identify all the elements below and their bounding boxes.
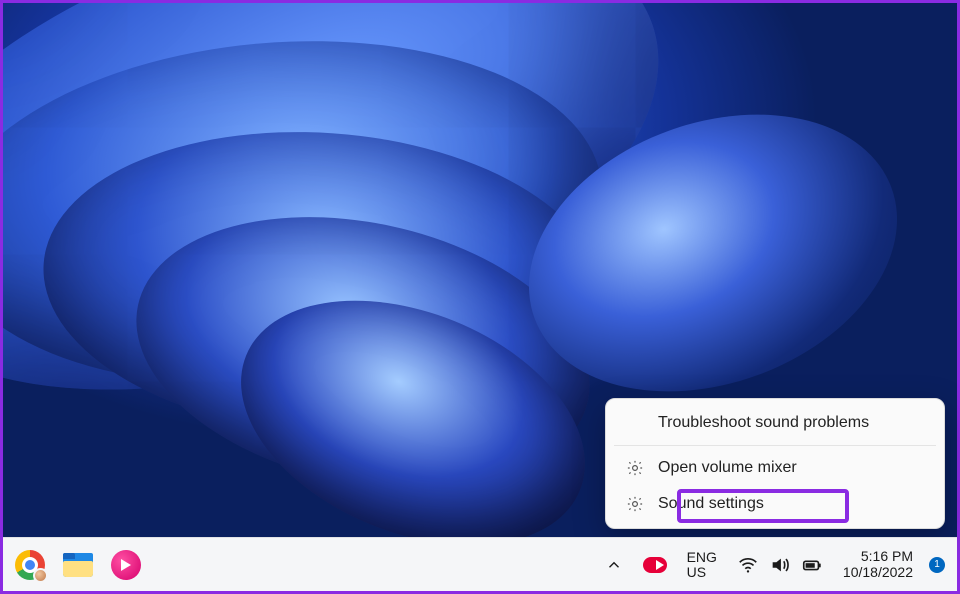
tray-clock[interactable]: 5:16 PM 10/18/2022 bbox=[837, 545, 915, 584]
avatar bbox=[33, 568, 48, 583]
notification-badge: 1 bbox=[929, 557, 945, 573]
menu-label: Open volume mixer bbox=[658, 459, 797, 477]
language-secondary: US bbox=[687, 565, 717, 580]
clock-date: 10/18/2022 bbox=[843, 565, 913, 580]
taskbar-app-screen-recorder[interactable] bbox=[103, 543, 149, 587]
taskbar-app-file-explorer[interactable] bbox=[55, 543, 101, 587]
menu-label: Sound settings bbox=[658, 495, 764, 513]
tray-notifications[interactable]: 1 bbox=[923, 553, 951, 577]
taskbar-pinned-apps bbox=[7, 543, 149, 587]
clock-time: 5:16 PM bbox=[843, 549, 913, 564]
system-tray: ENG US 5:16 PM 10/18/2022 1 bbox=[599, 545, 951, 584]
tray-language-button[interactable]: ENG US bbox=[681, 546, 723, 583]
menu-item-volume-mixer[interactable]: Open volume mixer bbox=[612, 450, 938, 486]
tray-quick-settings[interactable] bbox=[731, 550, 829, 580]
menu-item-troubleshoot[interactable]: Troubleshoot sound problems bbox=[612, 405, 938, 441]
speaker-icon bbox=[769, 554, 791, 576]
taskbar: ENG US 5:16 PM 10/18/2022 1 bbox=[3, 537, 957, 591]
mail-indicator-icon bbox=[643, 557, 667, 573]
chevron-up-icon bbox=[605, 556, 623, 574]
file-explorer-icon bbox=[63, 553, 93, 577]
language-primary: ENG bbox=[687, 550, 717, 565]
taskbar-app-chrome[interactable] bbox=[7, 543, 53, 587]
menu-label: Troubleshoot sound problems bbox=[658, 414, 869, 432]
gear-icon bbox=[626, 495, 644, 513]
gear-icon bbox=[626, 459, 644, 477]
wifi-icon bbox=[737, 554, 759, 576]
tray-overflow-button[interactable] bbox=[599, 552, 629, 578]
battery-icon bbox=[801, 554, 823, 576]
menu-separator bbox=[614, 445, 936, 446]
chrome-icon bbox=[15, 550, 45, 580]
sound-context-menu: Troubleshoot sound problems Open volume … bbox=[605, 398, 945, 529]
screen-recorder-icon bbox=[111, 550, 141, 580]
menu-item-sound-settings[interactable]: Sound settings bbox=[612, 486, 938, 522]
tray-app-indicator[interactable] bbox=[637, 553, 673, 577]
